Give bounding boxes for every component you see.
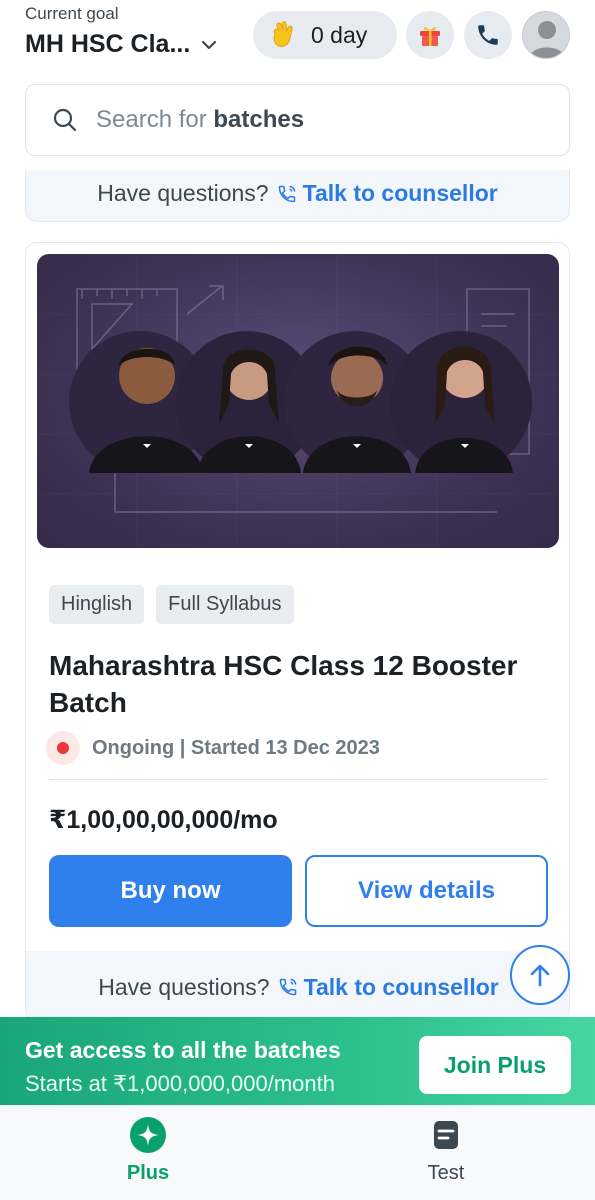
chevron-down-icon: [202, 40, 217, 49]
nav-tab-plus[interactable]: Plus: [88, 1116, 208, 1185]
batch-card[interactable]: Hinglish Full Syllabus Maharashtra HSC C…: [25, 242, 570, 1022]
divider: [49, 779, 548, 780]
test-sheet-icon: [434, 1121, 458, 1149]
previous-card-footer: Have questions? Talk to counsellor: [25, 170, 570, 222]
goal-title: MH HSC Cla...: [25, 30, 191, 58]
tag-language: Hinglish: [49, 585, 145, 624]
batch-feed[interactable]: Have questions? Talk to counsellor Hingl…: [0, 170, 595, 1105]
plus-title: Get access to all the batches: [25, 1037, 341, 1063]
nav-label-plus: Plus: [126, 1162, 170, 1184]
talk-to-counsellor-link[interactable]: Talk to counsellor: [277, 180, 498, 207]
avatar[interactable]: [522, 11, 570, 59]
batch-status: Ongoing | Started 13 Dec 2023: [46, 731, 380, 765]
batch-title[interactable]: Maharashtra HSC Class 12 Booster Batch: [49, 647, 549, 721]
counsellor-question: Have questions?: [98, 973, 270, 1000]
tag-syllabus: Full Syllabus: [156, 585, 294, 624]
call-button[interactable]: [464, 11, 512, 59]
goal-caption: Current goal: [25, 4, 119, 23]
nav-tab-test[interactable]: Test: [386, 1116, 506, 1185]
goal-selector[interactable]: MH HSC Cla...: [25, 30, 218, 59]
plus-sparkle-icon: [130, 1117, 166, 1153]
scroll-to-top-button[interactable]: [510, 945, 570, 1005]
card-footer: Have questions? Talk to counsellor: [26, 951, 569, 1021]
streak-badge[interactable]: 0 day: [253, 11, 397, 59]
search-icon: [53, 108, 77, 132]
educator-portraits: [69, 331, 532, 473]
bottom-navigation: Plus Test: [0, 1105, 595, 1200]
status-text: Ongoing | Started 13 Dec 2023: [92, 736, 380, 759]
phone-ring-icon: [279, 978, 296, 996]
counsellor-question: Have questions?: [97, 180, 269, 206]
app-header: Current goal MH HSC Cla... 0 day Search …: [0, 0, 595, 170]
plus-subtitle: Starts at ₹1,000,000,000/month: [25, 1071, 335, 1096]
gift-icon: [420, 27, 440, 46]
gift-button[interactable]: [406, 11, 454, 59]
batch-price: ₹1,00,00,00,000/mo: [49, 806, 278, 834]
join-plus-button[interactable]: Join Plus: [419, 1036, 571, 1094]
view-details-button[interactable]: View details: [305, 855, 548, 927]
user-avatar-icon: [529, 21, 565, 58]
search-placeholder: Search for batches: [96, 106, 305, 133]
batch-tags: Hinglish Full Syllabus: [49, 585, 294, 624]
live-dot-icon: [46, 731, 80, 765]
phone-icon: [478, 25, 498, 45]
phone-ring-icon: [278, 185, 295, 202]
talk-to-counsellor-link[interactable]: Talk to counsellor: [278, 974, 499, 1001]
streak-label: 0 day: [311, 21, 368, 48]
arrow-up-icon: [530, 964, 550, 987]
search-input[interactable]: Search for batches: [25, 84, 570, 156]
plus-upsell-banner: Get access to all the batches Starts at …: [0, 1017, 595, 1105]
clap-icon: [273, 21, 293, 47]
buy-now-button[interactable]: Buy now: [49, 855, 292, 927]
educators-illustration: [37, 254, 559, 548]
educators-banner-image[interactable]: [37, 254, 559, 548]
nav-label-test: Test: [427, 1162, 465, 1184]
